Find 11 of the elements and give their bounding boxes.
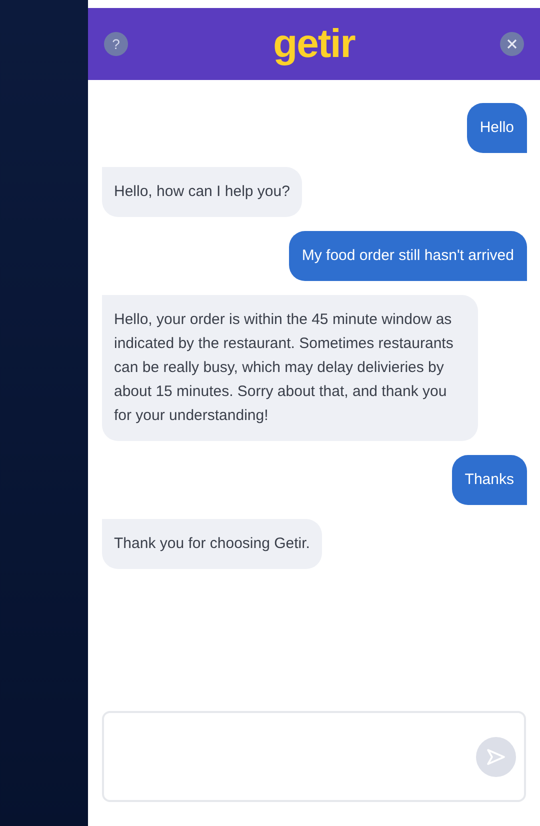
logo: getir [273, 24, 355, 64]
help-button[interactable]: ? [104, 32, 128, 56]
close-icon [507, 39, 517, 49]
bot-message: Hello, how can I help you? [102, 167, 302, 217]
bot-message: Thank you for choosing Getir. [102, 519, 322, 569]
user-message: My food order still hasn't arrived [288, 231, 527, 281]
bot-message: Hello, your order is within the 45 minute window as indicated by the restaurant. Sometimes restaurants can be really busy, which may delay delivieries by about 15 minutes. Sorry about that, and thank you for your understanding! [102, 295, 478, 441]
user-message: Thanks [452, 455, 527, 505]
send-icon [486, 748, 506, 766]
user-message: Hello [466, 103, 527, 153]
close-button[interactable] [500, 32, 524, 56]
